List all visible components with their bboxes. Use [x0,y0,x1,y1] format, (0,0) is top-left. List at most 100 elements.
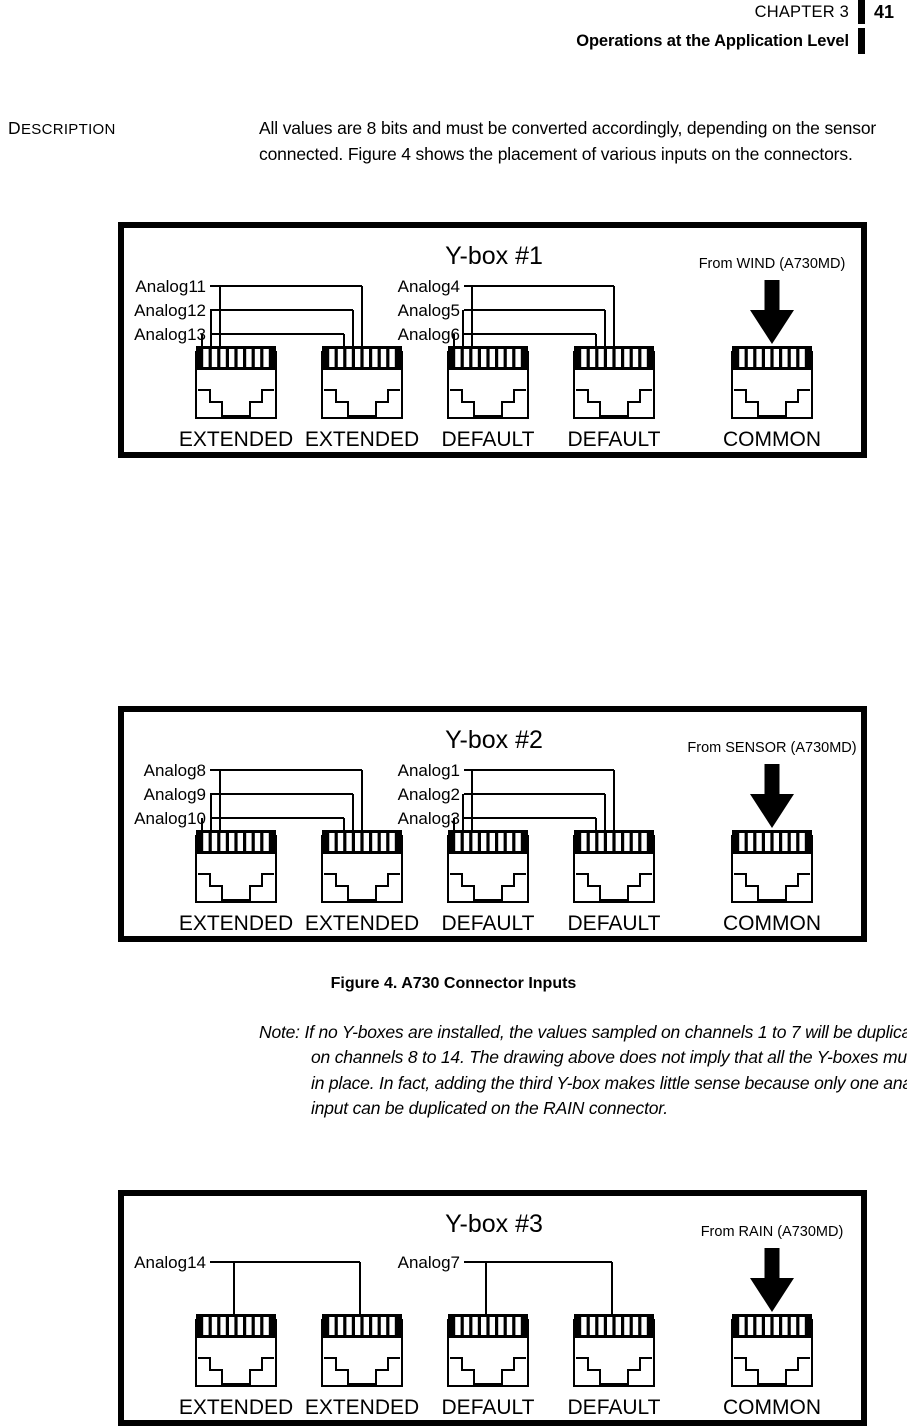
connector-pin-5-8 [799,1317,804,1335]
connector-pin-5-7 [791,1317,796,1335]
ybox-title: Y-box #3 [445,1210,543,1238]
connector-pin-3-2 [464,349,469,367]
connector-pin-3-6 [498,349,503,367]
connector-pin-5-8 [799,349,804,367]
connector-pin-3-2 [464,833,469,851]
connector-pin-1-5 [238,1317,243,1335]
connector-pin-3-6 [498,1317,503,1335]
page-number: 41 [874,2,907,23]
connector-pin-1-8 [263,833,268,851]
source-arrow [750,764,794,828]
arrow-shape [750,1248,794,1312]
connector-pin-3-3 [472,1317,477,1335]
connector-pin-5-4 [765,349,770,367]
connector-pin-1-2 [212,833,217,851]
connector-pin-3-8 [515,833,520,851]
connector-pin-3-5 [490,349,495,367]
connector-pin-5-6 [782,833,787,851]
header-rule [858,0,865,24]
connector-pin-2-4 [355,833,360,851]
signal-label-right-1: Analog4 [398,277,460,296]
connector-pin-2-3 [346,833,351,851]
connector-pin-5-3 [756,349,761,367]
connector-pin-2-7 [381,349,386,367]
connector-pin-1-4 [229,833,234,851]
connector-pin-5-3 [756,1317,761,1335]
signal-label-right-1: Analog1 [398,761,460,780]
ybox-figure-2: Y-box #2 From SENSOR (A730MD) Analog8 Analo… [118,706,867,942]
connector-pin-1-6 [246,349,251,367]
ybox-figure-3: Y-box #3From RAIN (A730MD)Analog14Analog… [118,1190,867,1426]
connector-pin-2-7 [381,833,386,851]
connector-pin-5-1 [739,833,744,851]
header-rule-secondary [858,28,865,54]
connector-pin-2-6 [372,833,377,851]
chapter-label: CHAPTER 3 [755,3,849,22]
connector-pin-1-3 [220,349,225,367]
rj45-connector-3 [448,346,528,418]
connector-pin-3-6 [498,833,503,851]
connector-pin-4-2 [590,1317,595,1335]
rj45-connector-3 [448,830,528,902]
connector-pin-4-1 [581,1317,586,1335]
description-label-rest: ESCRIPTION [21,121,116,138]
header-title-row: Operations at the Application Level [576,28,907,54]
ybox-figure-1: Y-box #1From WIND (A730MD)Analog11Analog… [118,222,867,458]
signal-label-left-1: Analog8 [144,761,206,780]
connector-pin-2-6 [372,349,377,367]
signal-label-right-3: Analog3 [398,809,460,828]
connector-pin-5-4 [765,1317,770,1335]
rj45-connector-4 [574,1314,654,1386]
connector-pin-2-3 [346,1317,351,1335]
connector-pin-5-6 [782,1317,787,1335]
connector-pin-1-2 [212,349,217,367]
connector-pin-5-1 [739,349,744,367]
connector-pin-4-3 [598,833,603,851]
connector-pin-1-1 [203,349,208,367]
page-title: Operations at the Application Level [576,32,849,51]
source-arrow [750,1248,794,1312]
connector-pin-4-8 [641,833,646,851]
connector-pin-3-4 [481,349,486,367]
rj45-connector-4 [574,830,654,902]
ybox-diagram-2: Y-box #2 From SENSOR (A730MD) Analog8 Analo… [124,712,861,936]
connector-label-4: DEFAULT [568,428,661,451]
connector-pin-4-7 [633,1317,638,1335]
connector-pin-1-6 [246,1317,251,1335]
ybox-title: Y-box #2 [445,726,543,754]
connector-pin-4-1 [581,833,586,851]
connector-label-3: DEFAULT [442,912,535,935]
description-label: DESCRIPTION [8,118,116,139]
connector-pin-2-8 [389,833,394,851]
connector-label-1: EXTENDED [179,428,293,451]
connector-pin-3-7 [507,349,512,367]
connector-pin-3-4 [481,1317,486,1335]
rj45-connector-1 [196,346,276,418]
connector-pin-4-8 [641,349,646,367]
rj45-connector-1 [196,830,276,902]
connector-pin-5-4 [765,833,770,851]
connector-pin-1-3 [220,1317,225,1335]
connector-pin-4-7 [633,349,638,367]
connector-pin-1-7 [255,349,260,367]
connector-label-3: DEFAULT [442,1396,535,1419]
ybox-diagram-1: Y-box #1From WIND (A730MD)Analog11Analog… [124,228,861,452]
connector-pin-2-1 [329,349,334,367]
figure-caption: Figure 4. A730 Connector Inputs [0,975,907,993]
connector-pin-3-3 [472,833,477,851]
connector-pin-4-6 [624,833,629,851]
connector-pin-5-2 [748,833,753,851]
connector-pin-5-5 [774,833,779,851]
connector-pin-2-8 [389,1317,394,1335]
connector-pin-3-1 [455,833,460,851]
signal-label-left-2: Analog12 [134,301,206,320]
rj45-connector-4 [574,346,654,418]
source-label: From RAIN (A730MD) [701,1224,844,1240]
connector-pin-5-7 [791,833,796,851]
connector-label-2: EXTENDED [305,912,419,935]
connector-pin-5-6 [782,349,787,367]
rj45-connector-5 [732,346,812,418]
source-label: From SENSOR (A730MD) [687,740,856,756]
connector-pin-2-4 [355,1317,360,1335]
connector-pin-3-8 [515,1317,520,1335]
